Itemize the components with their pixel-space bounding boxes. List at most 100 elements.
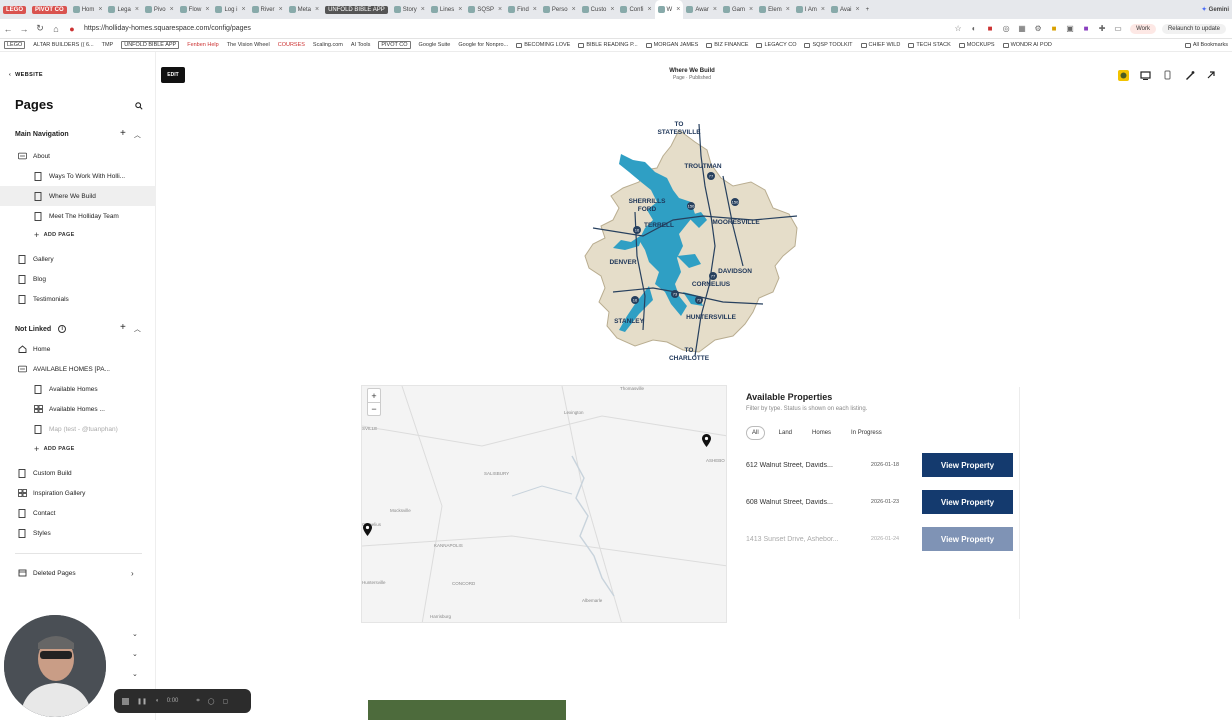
- zoom-out-button[interactable]: −: [368, 402, 380, 415]
- map-pin-icon[interactable]: [363, 523, 372, 536]
- extension-icon[interactable]: ■: [1046, 24, 1062, 33]
- bookmark-item[interactable]: AI Tools: [347, 42, 374, 48]
- extension-icon[interactable]: ▣: [1062, 24, 1078, 33]
- extension-icon[interactable]: ◎: [998, 24, 1014, 33]
- site-info-icon[interactable]: ●: [64, 24, 80, 34]
- close-tab-icon[interactable]: ×: [821, 6, 825, 13]
- browser-tab[interactable]: Lega ×: [105, 0, 141, 19]
- filter-chip[interactable]: Land: [773, 426, 798, 440]
- expand-icon[interactable]: [1205, 69, 1217, 81]
- bookmark-item[interactable]: Google Suite: [415, 42, 455, 48]
- close-tab-icon[interactable]: ×: [572, 6, 576, 13]
- design-brush-icon[interactable]: [1183, 69, 1195, 81]
- sidebar-page-item[interactable]: Custom Build: [0, 463, 156, 483]
- edit-button[interactable]: EDIT: [161, 67, 185, 83]
- extension-icon[interactable]: ⚙: [1030, 24, 1046, 33]
- close-tab-icon[interactable]: ×: [421, 6, 425, 13]
- desktop-view-icon[interactable]: [1139, 69, 1151, 81]
- sidebar-page-item[interactable]: Available Homes: [0, 379, 156, 399]
- map-pin-icon[interactable]: [702, 434, 711, 447]
- bookmark-item[interactable]: TMP: [98, 42, 118, 48]
- add-page-button[interactable]: + ADD PAGE: [34, 230, 75, 240]
- close-tab-icon[interactable]: ×: [498, 6, 502, 13]
- sidebar-page-item[interactable]: Available Homes ...: [0, 399, 156, 419]
- back-icon[interactable]: ←: [0, 24, 16, 34]
- sidebar-page-item[interactable]: About: [0, 146, 156, 166]
- browser-tab[interactable]: W ×: [654, 0, 684, 19]
- add-icon[interactable]: +: [120, 128, 126, 140]
- bookmark-item[interactable]: BIZ FINANCE: [702, 42, 752, 48]
- close-tab-icon[interactable]: ×: [533, 6, 537, 13]
- extension-icon[interactable]: ◐: [966, 24, 982, 33]
- sidebar-page-item[interactable]: Testimonials: [0, 289, 156, 309]
- bookmark-item[interactable]: MOCKUPS: [955, 42, 999, 48]
- browser-tab[interactable]: Hom ×: [70, 0, 106, 19]
- close-tab-icon[interactable]: ×: [610, 6, 614, 13]
- draw-icon[interactable]: ⌗: [196, 698, 199, 705]
- sidebar-page-item[interactable]: Ways To Work With Holli...: [0, 166, 156, 186]
- browser-tab[interactable]: Custo ×: [579, 0, 618, 19]
- relaunch-button[interactable]: Relaunch to update: [1161, 23, 1226, 34]
- bookmark-item[interactable]: Scaling.com: [309, 42, 347, 48]
- bookmark-item[interactable]: LEGO: [0, 41, 29, 49]
- pause-icon[interactable]: ❚❚: [137, 698, 147, 705]
- browser-tab[interactable]: Avai ×: [828, 0, 863, 19]
- sidebar-page-item[interactable]: Gallery: [0, 249, 156, 269]
- sidebar-page-item[interactable]: Home: [0, 339, 156, 359]
- add-icon[interactable]: +: [120, 322, 126, 334]
- mic-icon[interactable]: ◖: [155, 698, 159, 704]
- browser-tab[interactable]: Lines ×: [428, 0, 465, 19]
- bookmark-item[interactable]: MORGAN JAMES: [642, 42, 703, 48]
- close-tab-icon[interactable]: ×: [170, 6, 174, 13]
- sidebar-page-item[interactable]: Inspiration Gallery: [0, 483, 156, 503]
- sidebar-page-item[interactable]: Where We Build: [0, 186, 156, 206]
- view-property-button[interactable]: View Property: [922, 490, 1013, 514]
- all-bookmarks-folder[interactable]: All Bookmarks: [1181, 42, 1232, 48]
- info-icon[interactable]: i: [58, 325, 67, 333]
- close-tab-icon[interactable]: ×: [241, 6, 245, 13]
- browser-tab[interactable]: PIVOT CO: [29, 0, 70, 19]
- browser-tab[interactable]: Pivo ×: [142, 0, 177, 19]
- back-to-website-link[interactable]: ‹ WEBSITE: [9, 72, 43, 78]
- close-tab-icon[interactable]: ×: [98, 6, 102, 13]
- close-tab-icon[interactable]: ×: [279, 6, 283, 13]
- forward-icon[interactable]: →: [16, 24, 32, 34]
- close-tab-icon[interactable]: ×: [786, 6, 790, 13]
- filter-chip[interactable]: All: [746, 426, 765, 440]
- browser-tab[interactable]: Elem ×: [756, 0, 793, 19]
- browser-tab[interactable]: SQSP ×: [465, 0, 505, 19]
- sidebar-page-item[interactable]: Styles: [0, 523, 156, 543]
- bookmark-item[interactable]: CHIEF WILD: [857, 42, 905, 48]
- browser-tab[interactable]: I Am ×: [793, 0, 828, 19]
- collapse-icon[interactable]: ︿: [134, 130, 141, 140]
- browser-tab[interactable]: River ×: [249, 0, 286, 19]
- close-tab-icon[interactable]: ×: [458, 6, 462, 13]
- browser-tab[interactable]: Awar ×: [683, 0, 720, 19]
- extension-icon[interactable]: ■: [1078, 24, 1094, 33]
- sidebar-page-item[interactable]: Map (test - @tuanphan): [0, 419, 156, 439]
- add-page-button[interactable]: + ADD PAGE: [34, 444, 75, 454]
- bookmark-item[interactable]: BECOMING LOVE: [512, 42, 574, 48]
- collapse-icon[interactable]: ︿: [134, 324, 141, 334]
- search-icon[interactable]: [135, 102, 143, 110]
- chevron-down-icon[interactable]: ⌄: [132, 630, 138, 638]
- chevron-down-icon[interactable]: ⌄: [132, 670, 138, 678]
- filter-chip[interactable]: Homes: [806, 426, 837, 440]
- browser-tab[interactable]: Story ×: [391, 0, 428, 19]
- profile-work-button[interactable]: Work: [1130, 23, 1156, 34]
- bookmark-item[interactable]: Fenben Help: [183, 42, 223, 48]
- close-tab-icon[interactable]: ×: [749, 6, 753, 13]
- browser-tab[interactable]: Find ×: [505, 0, 540, 19]
- stop-icon[interactable]: [122, 697, 129, 705]
- bookmark-item[interactable]: COURSES: [274, 42, 309, 48]
- trash-icon[interactable]: ▢: [222, 698, 228, 705]
- bookmark-item[interactable]: BIBLE READING P...: [574, 42, 641, 48]
- close-tab-icon[interactable]: ×: [135, 6, 139, 13]
- bookmark-item[interactable]: ALTAR BUILDERS (( 6...: [29, 42, 97, 48]
- close-tab-icon[interactable]: ×: [676, 6, 680, 13]
- chevron-down-icon[interactable]: ⌄: [132, 650, 138, 658]
- bookmark-item[interactable]: The Vision Wheel: [223, 42, 274, 48]
- bookmark-item[interactable]: WONDR AI POD: [999, 42, 1056, 48]
- browser-tab[interactable]: UNFOLD BIBLE APP: [322, 0, 391, 19]
- extension-icon[interactable]: ▦: [1014, 24, 1030, 33]
